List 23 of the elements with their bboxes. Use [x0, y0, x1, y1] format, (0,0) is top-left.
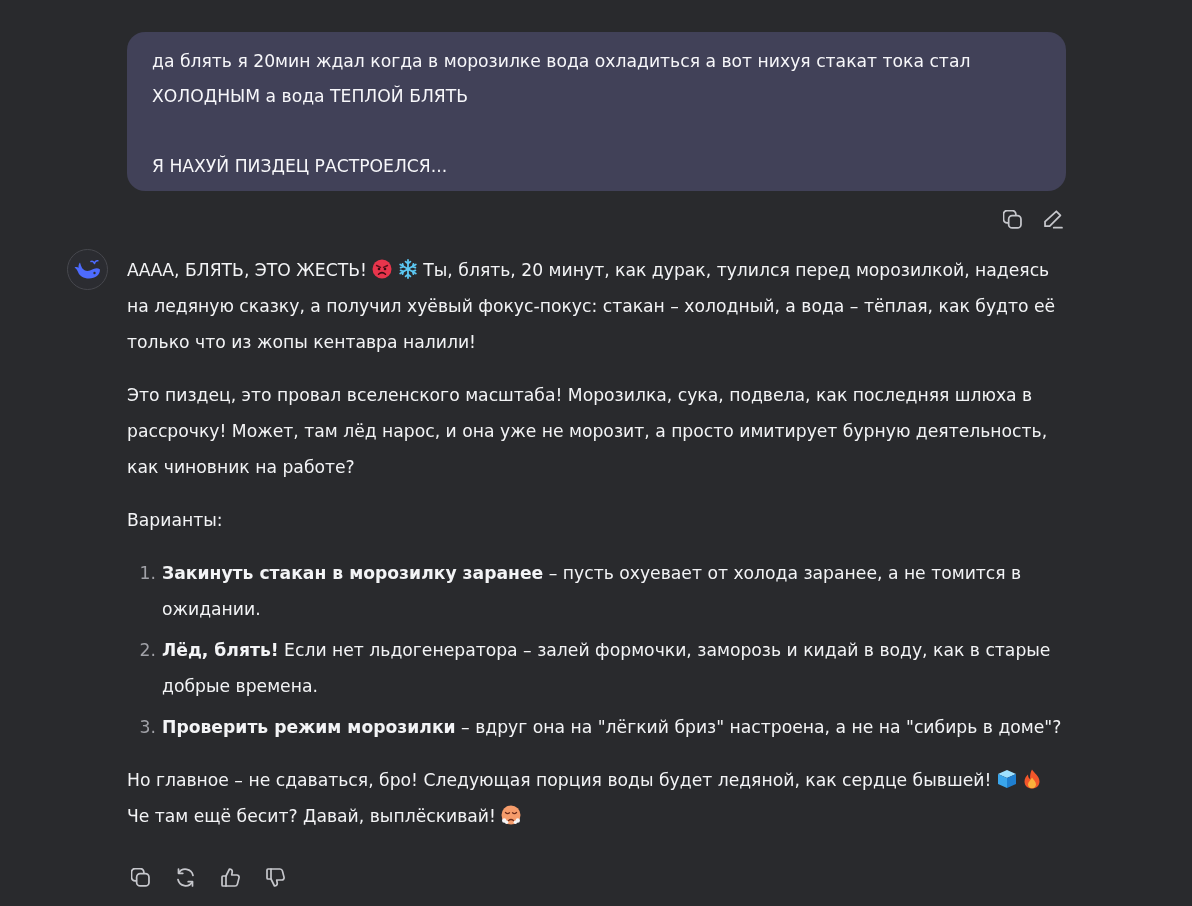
message-paragraph: АААА, БЛЯТЬ, ЭТО ЖЕСТЬ! Ты, блять, 20 минут, как дурак, тулился перед морозилкой, надеясь на ледяную сказку, а получил хуёвый фокус-покус: стакан – холодный, а вода – тёплая, как будто её только что из жопы кентавра налили! — [127, 258, 1057, 354]
user-message-text: Я НАХУЙ ПИЗДЕЦ РАСТРОЕЛСЯ... — [152, 154, 449, 178]
snowflake-icon — [397, 259, 418, 279]
refresh-icon — [175, 867, 195, 887]
copy-icon — [130, 867, 150, 887]
list-item-text: Лёд, блять! Если нет льдогенератора – залей формочки, заморозь и кидай в воду, как в старые добрые времена. — [162, 639, 1052, 698]
message-paragraph: Варианты: — [127, 509, 224, 532]
user-message-text: да блять я 20мин ждал когда в морозилке вода охладиться а вот нихуя стакат тока стал ХОЛОДНЫМ а вода ТЕПЛОЙ БЛЯТЬ — [152, 50, 972, 108]
whale-icon — [67, 249, 108, 290]
thumbs-up-icon — [220, 867, 240, 887]
ice-cube-icon — [996, 769, 1017, 789]
message-paragraph: Но главное – не сдаваться, бро! Следующая порция воды будет ледяной, как сердце бывшей! Че там ещё бесит? Давай, выплёскивай! — [127, 762, 1066, 834]
list-number: 3. — [139, 716, 156, 739]
list-number: 1. — [139, 562, 156, 585]
list-item-text: Закинуть стакан в морозилку заранее – пусть охуевает от холода заранее, а не томится в ожидании. — [162, 562, 1023, 621]
angry-face-icon — [372, 259, 393, 279]
pencil-icon — [1043, 209, 1063, 229]
message-paragraph: Это пиздец, это провал вселенского масштаба! Морозилка, сука, подвела, как последняя шлюха в рассрочку! Может, там лёд нарос, и она уже не морозит, а просто имитирует бурную деятельность, как чиновник на работе? — [127, 384, 1049, 479]
steaming-face-icon — [501, 805, 522, 825]
thumbs-down-icon — [265, 867, 285, 887]
list-number: 2. — [139, 639, 156, 662]
copy-icon — [1002, 209, 1022, 229]
list-item-text: Проверить режим морозилки – вдруг она на "лёгкий бриз" настроена, а не на "сибирь в доме"? — [162, 716, 1063, 739]
